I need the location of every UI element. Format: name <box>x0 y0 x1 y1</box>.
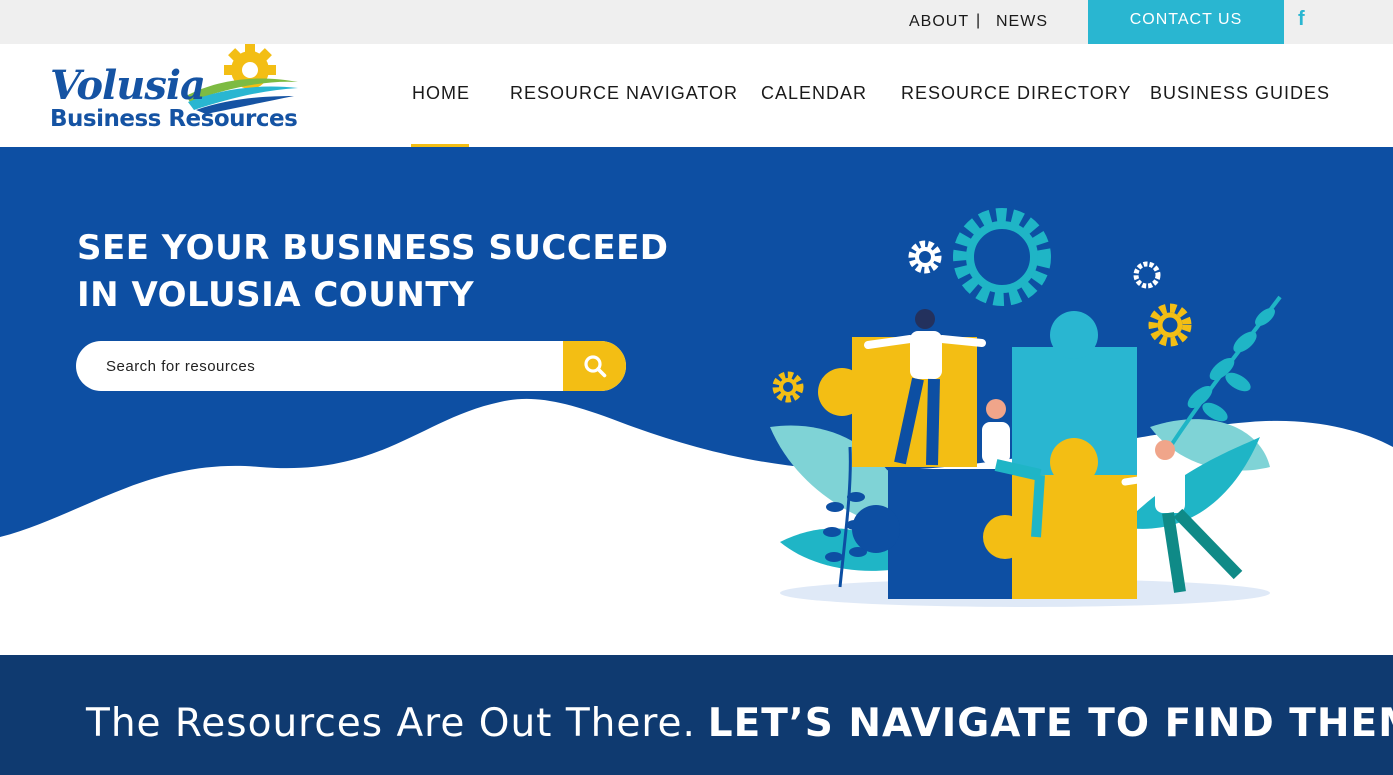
nav-calendar[interactable]: CALENDAR <box>761 83 867 104</box>
news-link[interactable]: NEWS <box>996 13 1048 31</box>
hero-heading-line2: IN VOLUSIA COUNTY <box>77 275 475 315</box>
about-link[interactable]: ABOUT <box>909 13 969 31</box>
contact-us-button[interactable]: CONTACT US <box>1088 0 1284 44</box>
hero-section: SEE YOUR BUSINESS SUCCEED IN VOLUSIA COU… <box>0 147 1393 655</box>
hero-heading: SEE YOUR BUSINESS SUCCEED IN VOLUSIA COU… <box>77 225 717 319</box>
nav-resource-navigator[interactable]: RESOURCE NAVIGATOR <box>510 83 738 104</box>
navigate-banner: The Resources Are Out There. LET’S NAVIG… <box>0 655 1393 775</box>
nav-home[interactable]: HOME <box>412 83 470 104</box>
logo-wordmark: Volusia <box>50 62 206 109</box>
nav-resource-directory[interactable]: RESOURCE DIRECTORY <box>901 83 1131 104</box>
link-separator: | <box>976 12 981 29</box>
navigate-banner-text: The Resources Are Out There. LET’S NAVIG… <box>86 701 1393 746</box>
search-bar <box>76 341 626 391</box>
hero-heading-line1: SEE YOUR BUSINESS SUCCEED <box>77 228 669 268</box>
site-logo[interactable]: Volusia Business Resources <box>50 44 300 147</box>
puzzle-teamwork-illustration <box>770 208 1282 607</box>
site-header: Volusia Business Resources HOME RESOURCE… <box>0 44 1393 148</box>
search-button[interactable] <box>563 341 626 391</box>
logo-subtitle: Business Resources <box>50 106 298 132</box>
top-utility-bar: ABOUT | NEWS CONTACT US f <box>0 0 1393 44</box>
facebook-icon[interactable]: f <box>1298 8 1305 31</box>
search-icon <box>583 355 606 378</box>
banner-lead-text: The Resources Are Out There. <box>86 701 696 746</box>
banner-emphasis-text: LET’S NAVIGATE TO FIND THEM <box>707 701 1393 746</box>
search-input[interactable] <box>76 341 563 391</box>
nav-business-guides[interactable]: BUSINESS GUIDES <box>1150 83 1330 104</box>
